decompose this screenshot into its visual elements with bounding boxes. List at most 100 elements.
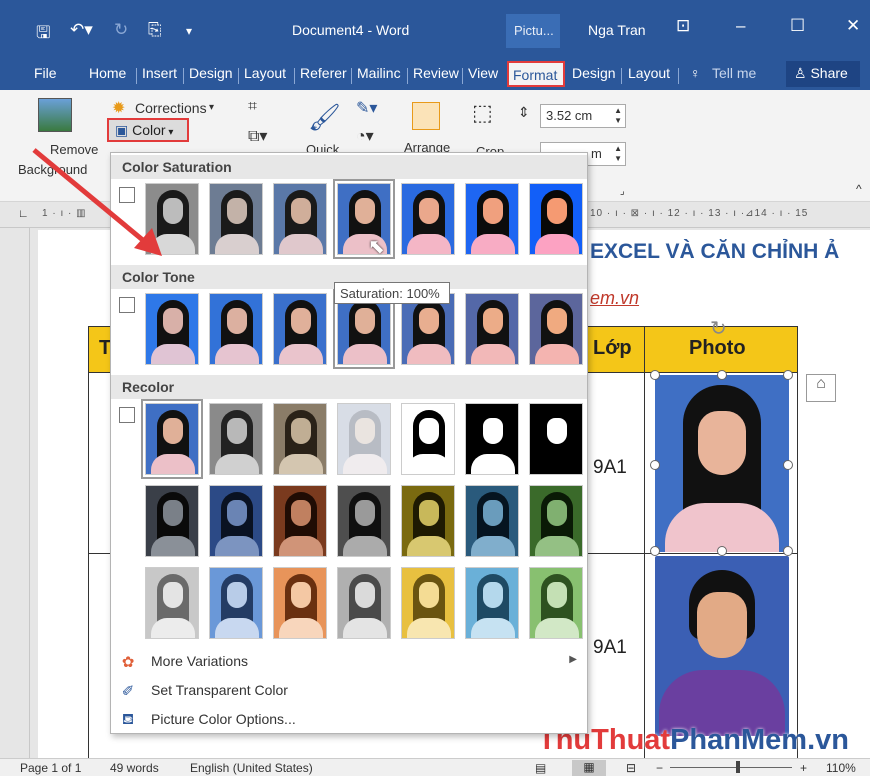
tone-thumbnail[interactable]	[465, 293, 519, 365]
language-indicator[interactable]: English (United States)	[190, 761, 313, 775]
zoom-out-button[interactable]: −	[656, 761, 663, 775]
color-button[interactable]: ▣ Color ▾	[107, 118, 189, 142]
set-transparent-color-item[interactable]: ✐ Set Transparent Color	[111, 678, 587, 704]
recolor-thumbnail[interactable]	[273, 485, 327, 557]
recolor-thumbnail[interactable]	[401, 567, 455, 639]
read-mode-icon[interactable]: ▤	[535, 761, 546, 775]
picture-effects-icon[interactable]: ◔▾	[356, 126, 374, 146]
recolor-thumbnail[interactable]	[141, 399, 203, 479]
resize-handle[interactable]	[783, 460, 793, 470]
spinner-icon[interactable]: ▲ ▼	[614, 144, 622, 164]
resize-handle[interactable]	[650, 460, 660, 470]
compress-pictures-icon[interactable]: ⌗	[248, 98, 257, 116]
zoom-in-button[interactable]: +	[800, 761, 807, 775]
rotate-handle-icon[interactable]: ↻	[710, 316, 727, 341]
save-icon[interactable]: 🖫	[36, 20, 50, 49]
recolor-thumbnail[interactable]	[337, 485, 391, 557]
tab-file[interactable]: File	[34, 65, 57, 81]
quick-styles-icon[interactable]: 🖌	[308, 102, 341, 133]
minimize-button[interactable]: –	[736, 16, 745, 36]
tone-thumbnail[interactable]	[145, 293, 199, 365]
tab-review[interactable]: Review	[413, 65, 459, 81]
tell-me-search[interactable]: Tell me	[712, 65, 756, 81]
tab-home[interactable]: Home	[89, 65, 126, 81]
recolor-thumbnail[interactable]	[209, 485, 263, 557]
saturation-thumbnail[interactable]	[529, 183, 583, 255]
recolor-thumbnail[interactable]	[337, 403, 391, 475]
word-count[interactable]: 49 words	[110, 761, 159, 775]
arrange-icon[interactable]	[412, 102, 440, 130]
tab-mailings[interactable]: Mailinc	[357, 65, 401, 81]
zoom-slider-thumb[interactable]	[736, 761, 740, 773]
recolor-thumbnail[interactable]	[465, 567, 519, 639]
redo-icon[interactable]: ↻	[114, 20, 128, 40]
student-photo-1[interactable]	[655, 375, 789, 552]
tab-layout-picture[interactable]: Layout	[628, 65, 670, 81]
customize-qa-icon[interactable]: ▾	[186, 24, 192, 38]
tone-thumbnail[interactable]	[209, 293, 263, 365]
maximize-button[interactable]: ☐	[790, 16, 805, 36]
recolor-thumbnail[interactable]	[529, 567, 583, 639]
change-picture-icon[interactable]: ⧉▾	[248, 126, 267, 146]
web-layout-icon[interactable]: ⊟	[626, 761, 636, 775]
tone-thumbnail[interactable]	[529, 293, 583, 365]
resize-handle[interactable]	[783, 546, 793, 556]
resize-handle[interactable]	[717, 546, 727, 556]
recolor-thumbnail[interactable]	[273, 403, 327, 475]
more-variations-item[interactable]: ✿ More Variations ▶	[111, 649, 587, 675]
tab-references[interactable]: Referer	[300, 65, 347, 81]
resize-handle[interactable]	[650, 370, 660, 380]
tab-format[interactable]: Format	[507, 61, 565, 87]
resize-handle[interactable]	[717, 370, 727, 380]
saturation-thumbnail[interactable]	[209, 183, 263, 255]
picture-color-options-item[interactable]: ⛾ Picture Color Options...	[111, 707, 587, 733]
remove-background-label[interactable]: Remove	[50, 142, 98, 157]
undo-icon[interactable]: ↶▾	[70, 20, 93, 40]
zoom-level[interactable]: 110%	[826, 761, 856, 775]
touch-mode-icon[interactable]: ⎘	[148, 20, 162, 40]
saturation-thumbnail[interactable]	[273, 183, 327, 255]
tab-view[interactable]: View	[468, 65, 498, 81]
tab-design[interactable]: Design	[189, 65, 233, 81]
zoom-slider[interactable]	[670, 767, 792, 768]
recolor-thumbnail[interactable]	[145, 485, 199, 557]
share-button[interactable]: ♙ Share	[786, 61, 860, 87]
layout-options-icon[interactable]: ⌂	[806, 374, 836, 402]
print-layout-icon[interactable]: ▦	[572, 760, 606, 776]
recolor-thumbnail[interactable]	[209, 403, 263, 475]
recolor-thumbnail[interactable]	[145, 567, 199, 639]
recolor-thumbnail[interactable]	[209, 567, 263, 639]
student-photo-2[interactable]	[655, 556, 789, 736]
user-name[interactable]: Nga Tran	[588, 22, 646, 38]
recolor-thumbnail[interactable]	[273, 567, 327, 639]
recolor-thumbnail[interactable]	[529, 485, 583, 557]
close-button[interactable]: ✕	[846, 16, 860, 36]
corrections-button[interactable]: Corrections	[135, 100, 207, 116]
picture-border-icon[interactable]: ✎▾	[356, 98, 377, 118]
spinner-icon[interactable]: ▲ ▼	[614, 106, 622, 126]
saturation-thumbnail[interactable]	[465, 183, 519, 255]
recolor-thumbnail[interactable]	[401, 403, 455, 475]
resize-handle[interactable]	[650, 546, 660, 556]
document-link[interactable]: em.vn	[590, 288, 639, 309]
tab-design-picture[interactable]: Design	[572, 65, 616, 81]
tone-thumbnail[interactable]	[273, 293, 327, 365]
height-input[interactable]: 3.52 cm ▲ ▼	[540, 104, 626, 128]
tab-selector-icon[interactable]: ∟	[18, 208, 29, 220]
recolor-thumbnail[interactable]	[465, 403, 519, 475]
recolor-thumbnail[interactable]	[465, 485, 519, 557]
resize-handle[interactable]	[783, 370, 793, 380]
collapse-ribbon-icon[interactable]: ^	[856, 182, 862, 196]
tab-insert[interactable]: Insert	[142, 65, 177, 81]
ribbon-display-icon[interactable]: ⊡	[676, 16, 690, 36]
saturation-thumbnail[interactable]	[401, 183, 455, 255]
size-dialog-launcher-icon[interactable]: ⌟	[620, 186, 625, 197]
page-count[interactable]: Page 1 of 1	[20, 761, 81, 775]
saturation-thumbnail[interactable]	[145, 183, 199, 255]
recolor-thumbnail[interactable]	[529, 403, 583, 475]
recolor-thumbnail[interactable]	[401, 485, 455, 557]
remove-background-label-2[interactable]: Background	[18, 162, 87, 177]
recolor-thumbnail[interactable]	[337, 567, 391, 639]
crop-icon[interactable]: ⬚	[472, 100, 493, 126]
tab-layout[interactable]: Layout	[244, 65, 286, 81]
